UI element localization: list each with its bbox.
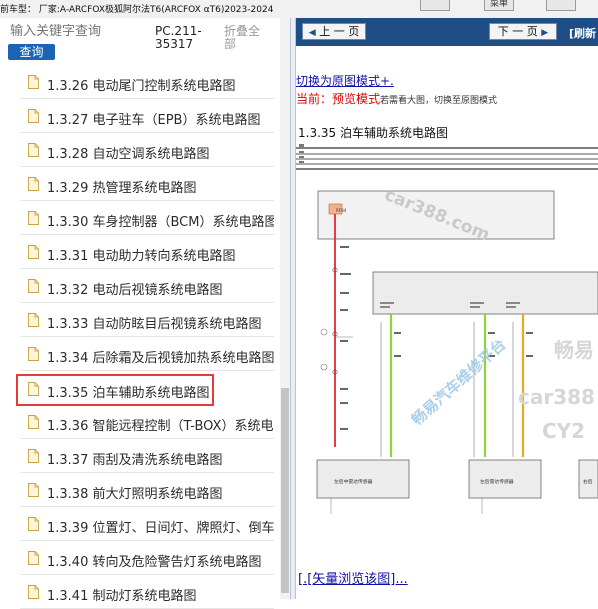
document-icon (28, 415, 39, 429)
left-scrollbar-thumb[interactable] (281, 388, 289, 593)
tree-item[interactable]: 1.3.40 转向及危险警告灯系统电路图 (20, 544, 274, 575)
tree-item-label: 1.3.32 电动后视镜系统电路图 (47, 283, 223, 298)
tree-item-label: 1.3.28 自动空调系统电路图 (47, 147, 210, 162)
search-input[interactable] (10, 24, 140, 39)
tree-item-label: 1.3.27 电子驻车（EPB）系统电路图 (47, 113, 261, 128)
left-rear-middle-radar-sensor (316, 459, 410, 499)
prev-page-label: 上 一 页 (319, 25, 360, 38)
document-icon (28, 382, 39, 396)
tree-item-label: 1.3.40 转向及危险警告灯系统电路图 (47, 555, 262, 570)
document-icon (28, 483, 39, 497)
refresh-link[interactable]: [刷新 (569, 25, 596, 41)
tree-item-selected[interactable]: 1.3.35 泊车辅助系统电路图 (16, 374, 214, 406)
watermark-changyi: 畅易 (554, 338, 594, 362)
search-area: 查询 PC.211-35317 折叠全部 (0, 18, 290, 60)
mode-current-label: 当前： (296, 92, 333, 106)
tree-item-label: 1.3.36 智能远程控制（T-BOX）系统电路图 (47, 419, 274, 434)
left-arrow-icon: ◀ (308, 28, 316, 38)
prev-page-button[interactable]: ◀ 上 一 页 (302, 23, 366, 40)
top-button-1[interactable] (420, 0, 450, 11)
tree-item[interactable]: 1.3.27 电子驻车（EPB）系统电路图 (20, 102, 274, 133)
switch-to-original-link[interactable]: 切换为原图模式+. (296, 72, 394, 89)
mode-status: 当前：预览模式若需看大图，切换至原图模式 (296, 90, 497, 107)
sensor-label-1: 左后中雷达传感器 (334, 478, 373, 485)
right-arrow-icon: ▶ (541, 28, 549, 38)
vector-view-link[interactable]: [.[矢量浏览该图]... (298, 568, 408, 587)
next-page-label: 下 一 页 (497, 25, 538, 38)
tree-item[interactable]: 1.3.28 自动空调系统电路图 (20, 136, 274, 167)
document-icon (28, 75, 39, 89)
page-nav-bar: ◀ 上 一 页 下 一 页 ▶ [刷新 (296, 18, 598, 46)
diagram-title: 1.3.35 泊车辅助系统电路图 (298, 126, 448, 140)
document-icon (28, 177, 39, 191)
radar-control-module (372, 271, 598, 315)
tree-item-label: 1.3.29 热管理系统电路图 (47, 181, 197, 196)
document-icon (28, 517, 39, 531)
connector-codes (340, 246, 351, 430)
right-panel: ◀ 上 一 页 下 一 页 ▶ [刷新 切换为原图模式+. 当前：预览模式若需看… (296, 18, 598, 599)
right-rear-radar-sensor (578, 459, 598, 499)
left-scrollbar[interactable] (280, 18, 290, 599)
left-panel: 查询 PC.211-35317 折叠全部 1.3.26 电动尾门控制系统电路图 1… (0, 18, 290, 609)
next-page-button[interactable]: 下 一 页 ▶ (489, 23, 557, 40)
document-icon (28, 551, 39, 565)
collapse-all-button[interactable]: 折叠全部 (224, 25, 270, 51)
document-icon (28, 143, 39, 157)
tree-item[interactable]: 1.3.29 热管理系统电路图 (20, 170, 274, 201)
tree-item[interactable]: 1.3.31 电动助力转向系统电路图 (20, 238, 274, 269)
tree-item-label: 1.3.37 雨刮及清洗系统电路图 (47, 453, 223, 468)
document-icon (28, 449, 39, 463)
tree-item[interactable]: 1.3.34 后除霜及后视镜加热系统电路图 (20, 340, 274, 371)
document-icon (28, 585, 39, 599)
menu-button[interactable]: 菜单 (484, 0, 514, 11)
sensor-label-3: 右后 (583, 478, 593, 485)
tree-item-label: 1.3.41 制动灯系统电路图 (47, 589, 197, 604)
tree-item[interactable]: 1.3.32 电动后视镜系统电路图 (20, 272, 274, 303)
document-icon (28, 245, 39, 259)
left-rear-radar-sensor (468, 459, 542, 499)
sensor-pins (330, 498, 483, 514)
vehicle-model-title: 前车型： 厂家:A-ARCFOX极狐阿尔法T6(ARCFOX αT6)2023-… (0, 5, 274, 15)
mode-hint: 若需看大图，切换至原图模式 (380, 96, 498, 106)
tree-item[interactable]: 1.3.37 雨刮及清洗系统电路图 (20, 442, 274, 473)
document-code: PC.211-35317 (155, 24, 202, 51)
tree-item-label: 1.3.39 位置灯、日间灯、牌照灯、倒车灯 (47, 521, 274, 536)
sensor-label-2: 左后雷达传感器 (480, 478, 514, 485)
document-icon (28, 109, 39, 123)
tree-item-label: 1.3.26 电动尾门控制系统电路图 (47, 79, 236, 94)
top-bar: 前车型： 厂家:A-ARCFOX极狐阿尔法T6(ARCFOX αT6)2023-… (0, 0, 598, 19)
search-button[interactable]: 查询 (8, 44, 55, 60)
tree-item[interactable]: 1.3.36 智能远程控制（T-BOX）系统电路图 (20, 408, 274, 439)
tree-item-label: 1.3.38 前大灯照明系统电路图 (47, 487, 223, 502)
watermark-cy2: CY2 (542, 419, 585, 443)
wire-codes (394, 332, 533, 357)
tree-item[interactable]: 1.3.26 电动尾门控制系统电路图 (20, 68, 274, 99)
document-icon (28, 313, 39, 327)
fuse-rf94-label: RF94 (336, 208, 347, 213)
tree-item-label: 1.3.31 电动助力转向系统电路图 (47, 249, 236, 264)
watermark-car388-2: car388 (518, 385, 595, 409)
document-icon (28, 211, 39, 225)
mode-preview-label: 预览模式 (332, 92, 381, 106)
tree-item-label: 1.3.33 自动防眩目后视镜系统电路图 (47, 317, 262, 332)
wiring-diagram[interactable]: RF94 左后中雷达传感器 左后雷达传感器 右后 car388.com 畅易汽车… (296, 142, 598, 562)
watermark-platform: 畅易汽车维修平台 (408, 335, 509, 429)
tree-item-label: 1.3.35 泊车辅助系统电路图 (47, 386, 210, 401)
tree-item-label: 1.3.30 车身控制器（BCM）系统电路图 (47, 215, 274, 230)
tree-item-label: 1.3.34 后除霜及后视镜加热系统电路图 (47, 351, 274, 366)
tree-item[interactable]: 1.3.41 制动灯系统电路图 (20, 578, 274, 609)
tree-item[interactable]: 1.3.30 车身控制器（BCM）系统电路图 (20, 204, 274, 235)
tree-item[interactable]: 1.3.39 位置灯、日间灯、牌照灯、倒车灯 (20, 510, 274, 541)
tree-item[interactable]: 1.3.33 自动防眩目后视镜系统电路图 (20, 306, 274, 337)
top-button-3[interactable] (546, 0, 576, 11)
document-icon (28, 347, 39, 361)
document-icon (28, 279, 39, 293)
tree-item[interactable]: 1.3.38 前大灯照明系统电路图 (20, 476, 274, 507)
